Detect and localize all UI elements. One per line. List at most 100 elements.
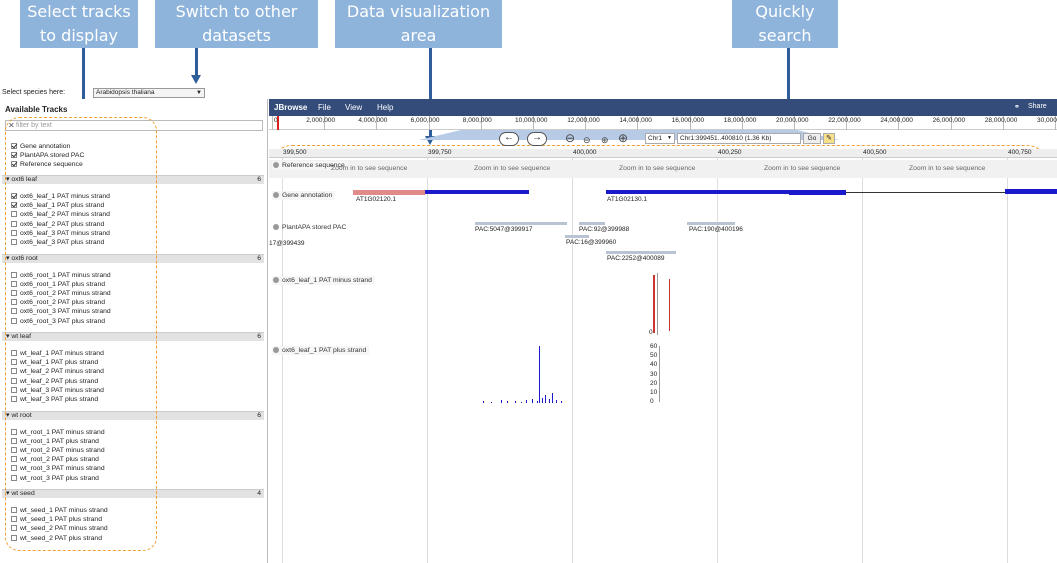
track-label-pac[interactable]: PlantAPA stored PAC xyxy=(272,223,349,232)
zoom-out-small-icon[interactable]: ⊖ xyxy=(583,134,591,146)
overview-ruler[interactable]: 0 2,000,000 4,000,000 6,000,000 8,000,000 10,… xyxy=(269,116,1057,130)
ruler-tick-line xyxy=(272,116,273,130)
grid-line xyxy=(862,149,863,563)
menu-view[interactable]: View xyxy=(345,103,362,112)
track-label-gene[interactable]: Gene annotation xyxy=(272,191,336,200)
grid-line xyxy=(1007,149,1008,563)
minus-bar[interactable] xyxy=(653,275,655,333)
gene-label[interactable]: AT1G02120.1 xyxy=(356,196,396,203)
zoom-in-small-icon[interactable]: ⊕ xyxy=(601,134,609,146)
ruler-tick-label: 30,000,000 xyxy=(1037,117,1057,124)
ruler-tick-label: 10,000,000 xyxy=(515,117,548,124)
track-label-minus[interactable]: oxt6_leaf_1 PAT minus strand xyxy=(272,276,375,285)
plus-coverage-bar[interactable] xyxy=(483,401,484,403)
jbrowse-menubar: JBrowse File View Help ⚭ Share xyxy=(269,99,1057,116)
category-count: 6 xyxy=(257,176,261,183)
zoom-message: Zoom in to see sequence xyxy=(619,165,696,172)
pac-feature[interactable] xyxy=(565,235,589,238)
plus-coverage-bar[interactable] xyxy=(537,401,538,403)
scale-tick-label: 400,500 xyxy=(863,149,887,156)
plus-coverage-bar[interactable] xyxy=(552,393,553,403)
plus-coverage-bar[interactable] xyxy=(539,346,540,403)
bookmark-icon[interactable]: ✎ xyxy=(823,133,835,144)
go-button[interactable]: Go xyxy=(803,133,821,144)
pac-feature[interactable] xyxy=(579,222,605,225)
ruler-tick-label: 12,000,000 xyxy=(567,117,600,124)
plus-coverage-bar[interactable] xyxy=(542,398,543,403)
plus-coverage-bar[interactable] xyxy=(507,401,508,403)
category-count: 6 xyxy=(257,254,261,262)
plus-axis-line xyxy=(659,346,660,402)
plus-coverage-bar[interactable] xyxy=(521,402,522,403)
tracks-highlight xyxy=(5,117,157,551)
close-icon[interactable] xyxy=(273,277,279,283)
minus-bar[interactable] xyxy=(669,279,670,331)
track-label-text: PlantAPA stored PAC xyxy=(282,224,347,231)
plus-coverage-bar[interactable] xyxy=(526,400,527,403)
scale-tick-label: 400,250 xyxy=(718,149,742,156)
pac-label[interactable]: PAC:2252@400089 xyxy=(607,255,664,262)
species-select[interactable]: Arabidopsis thaliana ▼ xyxy=(93,88,205,98)
close-icon[interactable] xyxy=(273,347,279,353)
plus-coverage-bar[interactable] xyxy=(501,400,502,403)
pan-right-button[interactable]: → xyxy=(527,132,547,146)
ruler-tick-label: 26,000,000 xyxy=(932,117,966,124)
scale-tick-label: 400,750 xyxy=(1008,149,1032,156)
pac-label[interactable]: PAC:92@399988 xyxy=(579,226,629,233)
track-label-plus[interactable]: oxt6_leaf_1 PAT plus strand xyxy=(272,346,370,355)
pac-feature[interactable] xyxy=(687,222,735,225)
pan-left-button[interactable]: ← xyxy=(499,132,519,146)
plus-axis-label: 20 xyxy=(650,379,658,387)
plus-coverage-bar[interactable] xyxy=(532,399,533,403)
minus-axis-zero: 0 xyxy=(649,329,653,336)
pac-label[interactable]: PAC:190@400196 xyxy=(689,226,743,233)
species-label: Select species here: xyxy=(2,89,66,96)
share-button[interactable]: Share xyxy=(1028,103,1047,110)
track-label-text: oxt6_leaf_1 PAT plus strand xyxy=(282,347,367,354)
pac-feature[interactable] xyxy=(475,222,567,225)
callout-select-tracks: Select tracks to display xyxy=(20,0,138,48)
ruler-tick-label: 6,000,000 xyxy=(410,117,440,124)
plus-coverage-bar[interactable] xyxy=(549,399,550,403)
plus-coverage-bar[interactable] xyxy=(561,401,562,403)
gene-utr-dark[interactable] xyxy=(789,190,846,195)
zoom-out-icon[interactable]: ⊖ xyxy=(565,132,575,144)
pac-label[interactable]: PAC:16@399960 xyxy=(566,239,616,246)
pac-feature[interactable] xyxy=(606,251,676,254)
gene-cds[interactable] xyxy=(1005,189,1057,194)
zoom-message: Zoom in to see sequence xyxy=(331,165,408,172)
chromosome-value: Chr1 xyxy=(648,135,663,142)
share-icon[interactable]: ⚭ xyxy=(1014,103,1020,111)
ruler-tick-label: 0 xyxy=(274,117,278,124)
ruler-tick-label: 4,000,000 xyxy=(358,117,388,124)
plus-axis-label: 10 xyxy=(650,389,658,396)
menu-help[interactable]: Help xyxy=(377,103,393,112)
close-icon[interactable] xyxy=(273,192,279,198)
pac-label[interactable]: PAC:5047@399917 xyxy=(475,226,532,233)
chromosome-select[interactable]: Chr1 ▼ xyxy=(645,133,675,144)
plus-coverage-bar[interactable] xyxy=(556,400,557,403)
ruler-tick-label: 8,000,000 xyxy=(462,117,492,124)
chevron-down-icon: ▼ xyxy=(196,90,202,96)
data-visualization-area[interactable]: Reference sequence Gene annotation Plant… xyxy=(269,149,1057,563)
plus-coverage-bar[interactable] xyxy=(545,395,546,403)
plus-coverage-bar[interactable] xyxy=(491,402,492,403)
category-count: 4 xyxy=(257,490,261,497)
scale-tick-label: 399,500 xyxy=(283,149,307,156)
gene-label[interactable]: AT1G02130.1 xyxy=(607,196,647,203)
gene-cds[interactable] xyxy=(425,190,529,194)
close-icon[interactable] xyxy=(273,162,279,168)
zoom-message: Zoom in to see sequence xyxy=(474,165,551,172)
zoom-message: Zoom in to see sequence xyxy=(764,165,841,172)
pac-label[interactable]: 17@399439 xyxy=(269,240,305,247)
ruler-tick-label: 16,000,000 xyxy=(671,117,705,124)
scale-tick-label: 399,750 xyxy=(428,149,452,156)
scale-bar xyxy=(269,149,1057,158)
menu-file[interactable]: File xyxy=(318,103,331,112)
location-search-input[interactable]: Chr1:399451..400810 (1.36 Kb) xyxy=(677,133,801,144)
arrow-datasets xyxy=(195,48,198,76)
gene-utr[interactable] xyxy=(353,190,425,195)
close-icon[interactable] xyxy=(273,224,279,230)
plus-coverage-bar[interactable] xyxy=(515,401,516,403)
zoom-in-icon[interactable]: ⊕ xyxy=(618,132,628,144)
